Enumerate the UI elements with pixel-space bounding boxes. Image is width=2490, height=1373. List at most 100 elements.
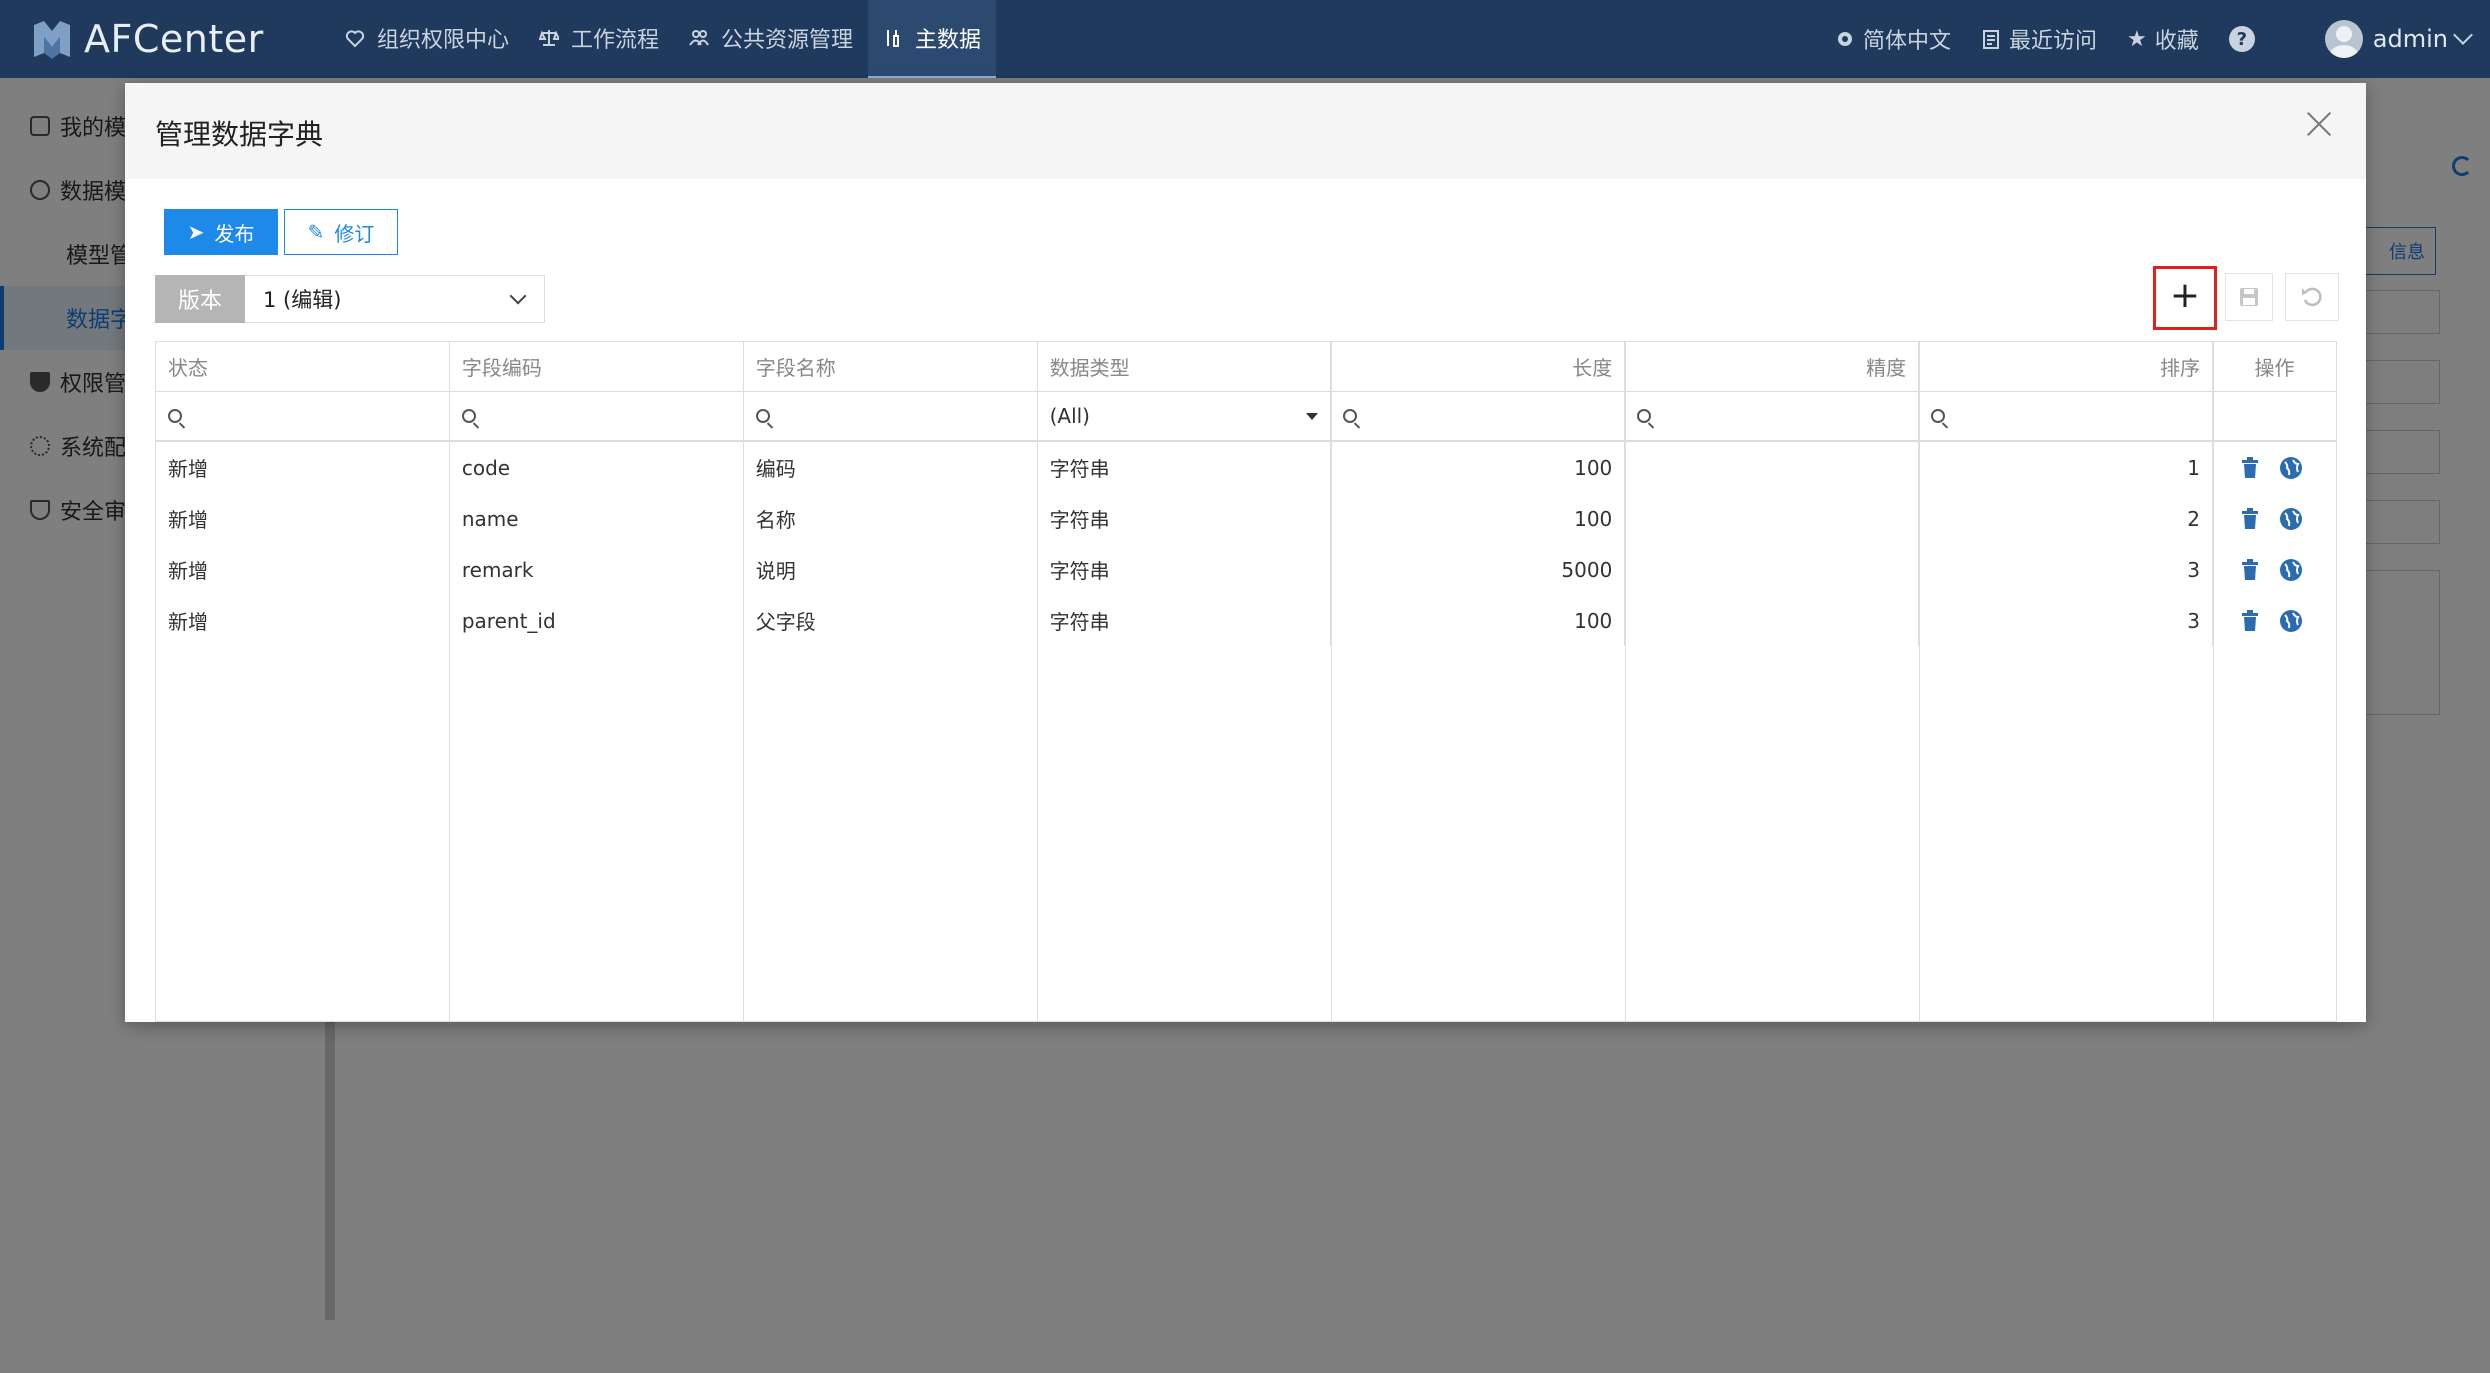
table-row[interactable]: 新增 parent_id 父字段 字符串 100 3 (156, 595, 2336, 646)
column-divider (2213, 342, 2214, 1021)
save-button[interactable] (2225, 273, 2273, 321)
column-header-status[interactable]: 状态 (156, 342, 450, 392)
plus-icon: + (2169, 275, 2201, 316)
cell-type[interactable]: 字符串 (1038, 493, 1332, 544)
cell-precision[interactable] (1625, 544, 1920, 595)
version-select[interactable]: 1 (编辑) (245, 275, 545, 323)
main-nav: 组织权限中心 工作流程 公共资源管理 主数据 (330, 0, 997, 78)
star-icon: ★ (2127, 26, 2147, 52)
search-icon (1343, 409, 1358, 423)
undo-icon (2302, 287, 2322, 307)
cell-length[interactable]: 100 (1331, 442, 1626, 493)
help-icon[interactable]: ? (2228, 26, 2255, 52)
type-filter-select[interactable]: (All) (1037, 392, 1332, 442)
cell-type[interactable]: 字符串 (1038, 595, 1332, 646)
app-name: AFCenter (84, 17, 264, 61)
nav-public-resources[interactable]: 公共资源管理 (674, 0, 868, 76)
length-filter-input[interactable] (1331, 392, 1626, 442)
cell-precision[interactable] (1625, 493, 1920, 544)
cell-order[interactable]: 3 (1919, 595, 2214, 646)
column-header-length[interactable]: 长度 (1331, 342, 1626, 392)
clipboard-icon (1983, 30, 2000, 49)
cell-name[interactable]: 编码 (744, 442, 1038, 493)
column-header-name[interactable]: 字段名称 (743, 342, 1038, 392)
globe-icon[interactable] (2279, 609, 2303, 633)
cell-code[interactable]: name (450, 493, 744, 544)
favorites-label: 收藏 (2154, 29, 2199, 54)
grid-filter-row: (All) (156, 392, 2336, 442)
cell-length[interactable]: 100 (1331, 493, 1626, 544)
revise-label: 修订 (334, 221, 375, 246)
language-label: 简体中文 (1863, 29, 1952, 54)
cell-type[interactable]: 字符串 (1038, 442, 1332, 493)
cell-status[interactable]: 新增 (156, 595, 450, 646)
column-divider (1625, 342, 1626, 1021)
cell-name[interactable]: 父字段 (744, 595, 1038, 646)
column-header-order[interactable]: 排序 (1919, 342, 2214, 392)
column-divider (743, 342, 744, 1021)
delete-icon[interactable] (2241, 456, 2259, 479)
version-label: 版本 (155, 275, 245, 323)
recent-label: 最近访问 (2009, 29, 2098, 54)
cell-order[interactable]: 1 (1919, 442, 2214, 493)
publish-label: 发布 (214, 221, 255, 246)
users-icon (689, 30, 709, 46)
caret-down-icon (1306, 412, 1319, 420)
cell-status[interactable]: 新增 (156, 442, 450, 493)
revise-button[interactable]: ✎ 修订 (284, 209, 398, 255)
globe-icon[interactable] (2279, 507, 2303, 531)
name-filter-input[interactable] (743, 392, 1038, 442)
globe-icon (1838, 32, 1853, 46)
publish-button[interactable]: ➤ 发布 (164, 209, 278, 255)
nav-master-data[interactable]: 主数据 (868, 0, 997, 78)
app-logo[interactable]: AFCenter (30, 14, 264, 64)
cell-name[interactable]: 名称 (744, 493, 1038, 544)
header-tools: 简体中文 最近访问 ★ 收藏 ? admin (1835, 0, 2490, 78)
cell-order[interactable]: 3 (1919, 544, 2214, 595)
avatar[interactable] (2324, 20, 2363, 58)
delete-icon[interactable] (2241, 609, 2259, 632)
cell-precision[interactable] (1625, 595, 1920, 646)
cell-type[interactable]: 字符串 (1038, 544, 1332, 595)
table-row[interactable]: 新增 name 名称 字符串 100 2 (156, 493, 2336, 544)
undo-button[interactable] (2285, 273, 2339, 321)
column-header-code[interactable]: 字段编码 (449, 342, 744, 392)
precision-filter-input[interactable] (1625, 392, 1920, 442)
close-icon[interactable] (2306, 111, 2332, 137)
send-icon: ➤ (187, 220, 205, 244)
cell-order[interactable]: 2 (1919, 493, 2214, 544)
globe-icon[interactable] (2279, 456, 2303, 480)
nav-org-permission[interactable]: 组织权限中心 (330, 0, 524, 76)
status-filter-input[interactable] (156, 392, 450, 442)
language-switch[interactable]: 简体中文 (1835, 23, 1951, 55)
type-filter-value: (All) (1049, 404, 1090, 428)
column-header-type[interactable]: 数据类型 (1037, 342, 1332, 392)
tools-icon (887, 30, 900, 47)
cell-status[interactable]: 新增 (156, 493, 450, 544)
column-header-actions: 操作 (2213, 342, 2336, 392)
order-filter-input[interactable] (1919, 392, 2214, 442)
cell-name[interactable]: 说明 (744, 544, 1038, 595)
globe-icon[interactable] (2279, 558, 2303, 582)
cell-status[interactable]: 新增 (156, 544, 450, 595)
column-header-precision[interactable]: 精度 (1625, 342, 1920, 392)
cell-length[interactable]: 100 (1331, 595, 1626, 646)
cell-code[interactable]: code (450, 442, 744, 493)
column-divider (1919, 342, 1920, 1021)
table-row[interactable]: 新增 remark 说明 字符串 5000 3 (156, 544, 2336, 595)
code-filter-input[interactable] (449, 392, 744, 442)
cell-code[interactable]: parent_id (450, 595, 744, 646)
favorites[interactable]: ★ 收藏 (2127, 23, 2199, 55)
nav-workflow[interactable]: 工作流程 (524, 0, 674, 76)
add-row-button[interactable]: + (2153, 266, 2217, 330)
cell-precision[interactable] (1625, 442, 1920, 493)
user-name[interactable]: admin (2373, 25, 2448, 53)
cell-length[interactable]: 5000 (1331, 544, 1626, 595)
cell-code[interactable]: remark (450, 544, 744, 595)
table-row[interactable]: 新增 code 编码 字符串 100 1 (156, 442, 2336, 493)
heart-shield-icon (345, 30, 365, 48)
delete-icon[interactable] (2241, 507, 2259, 530)
chevron-down-icon[interactable] (2453, 25, 2473, 45)
delete-icon[interactable] (2241, 558, 2259, 581)
recent-visits[interactable]: 最近访问 (1981, 23, 2097, 55)
